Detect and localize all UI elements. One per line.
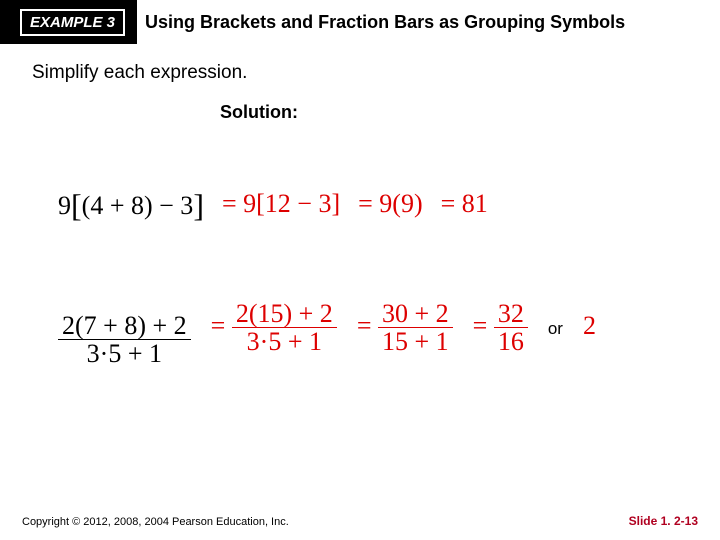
solution-label: Solution: (220, 102, 720, 123)
slide-number: Slide 1. 2-13 (629, 514, 698, 528)
row2-expression: 2(7 + 8) + 2 3·5 + 1 (58, 312, 191, 368)
row1-result: = 81 (441, 189, 488, 219)
row2-step2: = 30 + 2 15 + 1 (357, 300, 453, 356)
row2-step3: = 32 16 (473, 300, 528, 356)
instruction-text: Simplify each expression. (32, 62, 720, 84)
row1-step2: = 9(9) (358, 189, 422, 219)
row2-or: or (548, 319, 563, 339)
copyright-text: Copyright © 2012, 2008, 2004 Pearson Edu… (22, 516, 289, 528)
row2-expr-num: 2(7 + 8) + 2 (58, 312, 191, 339)
row2-expr-den: 3·5 + 1 (83, 340, 166, 367)
header-title: Using Brackets and Fraction Bars as Grou… (137, 0, 720, 44)
math-row-2: 2(7 + 8) + 2 3·5 + 1 = 2(15) + 2 3·5 + 1… (58, 300, 596, 367)
math-row-1: 9[(4 + 8) − 3] = 9[12 − 3] = 9(9) = 81 (58, 185, 488, 222)
row1-step1: = 9[12 − 3] (222, 189, 340, 219)
example-badge: EXAMPLE 3 (20, 9, 125, 36)
row2-result: 2 (583, 311, 596, 341)
row2-step1: = 2(15) + 2 3·5 + 1 (211, 300, 337, 356)
row1-expression: 9[(4 + 8) − 3] (58, 185, 204, 222)
slide-header: EXAMPLE 3 Using Brackets and Fraction Ba… (0, 0, 720, 44)
